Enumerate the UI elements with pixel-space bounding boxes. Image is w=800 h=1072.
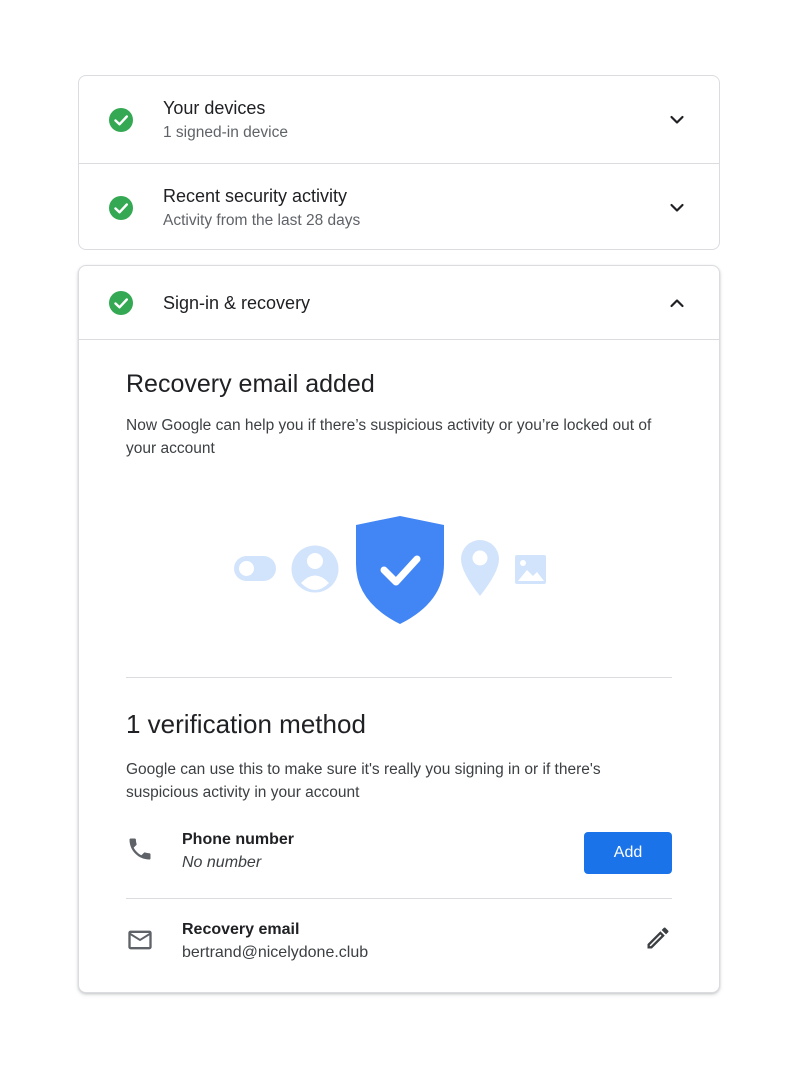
recovery-email-text: Recovery email bertrand@nicelydone.club — [182, 919, 368, 965]
chevron-down-icon[interactable] — [665, 108, 689, 132]
signin-recovery-card: Sign-in & recovery Recovery email added … — [78, 265, 720, 993]
shield-check-icon — [356, 516, 444, 624]
toggle-icon — [234, 556, 276, 581]
chevron-down-icon[interactable] — [665, 196, 689, 220]
phone-number-method: Phone number No number Add — [126, 829, 672, 889]
signin-recovery-text: Sign-in & recovery — [163, 291, 310, 315]
method-divider — [126, 898, 672, 899]
recovery-email-heading: Recovery email added — [126, 370, 375, 398]
verification-heading: 1 verification method — [126, 709, 366, 739]
phone-number-value: No number — [182, 854, 262, 871]
verification-description: Google can use this to make sure it's re… — [126, 761, 601, 801]
chevron-up-icon[interactable] — [665, 291, 689, 315]
phone-number-label: Phone number — [182, 831, 295, 848]
your-devices-subtitle: 1 signed-in device — [163, 123, 288, 141]
security-activity-text: Recent security activity Activity from t… — [163, 184, 360, 232]
security-illustration — [234, 516, 546, 624]
recovery-email-label: Recovery email — [182, 921, 300, 938]
recovery-email-method: Recovery email bertrand@nicelydone.club — [126, 919, 672, 979]
security-activity-title: Recent security activity — [163, 185, 348, 206]
check-circle-icon — [109, 107, 133, 132]
your-devices-title: Your devices — [163, 97, 266, 118]
check-circle-icon — [109, 195, 133, 220]
location-pin-icon — [461, 540, 499, 596]
phone-icon — [129, 838, 151, 860]
security-activity-row[interactable]: Recent security activity Activity from t… — [79, 164, 719, 251]
pencil-icon[interactable] — [644, 924, 672, 952]
verification-section: 1 verification method Google can use thi… — [126, 708, 672, 804]
your-devices-text: Your devices 1 signed-in device — [163, 96, 288, 144]
image-icon — [515, 555, 546, 584]
your-devices-row[interactable]: Your devices 1 signed-in device — [79, 76, 719, 164]
security-summary-card: Your devices 1 signed-in device Recent s… — [78, 75, 720, 250]
add-phone-button[interactable]: Add — [584, 832, 672, 874]
phone-number-text: Phone number No number — [182, 829, 294, 875]
section-divider — [126, 677, 672, 678]
signin-recovery-header[interactable]: Sign-in & recovery — [79, 266, 719, 340]
recovery-email-section: Recovery email added Now Google can help… — [126, 368, 672, 460]
check-circle-icon — [109, 290, 133, 315]
mail-icon — [128, 930, 152, 950]
recovery-email-value: bertrand@nicelydone.club — [182, 944, 369, 961]
account-circle-icon — [291, 545, 339, 593]
security-activity-subtitle: Activity from the last 28 days — [163, 211, 361, 229]
recovery-email-description: Now Google can help you if there’s suspi… — [126, 417, 652, 457]
signin-recovery-title: Sign-in & recovery — [163, 292, 311, 313]
